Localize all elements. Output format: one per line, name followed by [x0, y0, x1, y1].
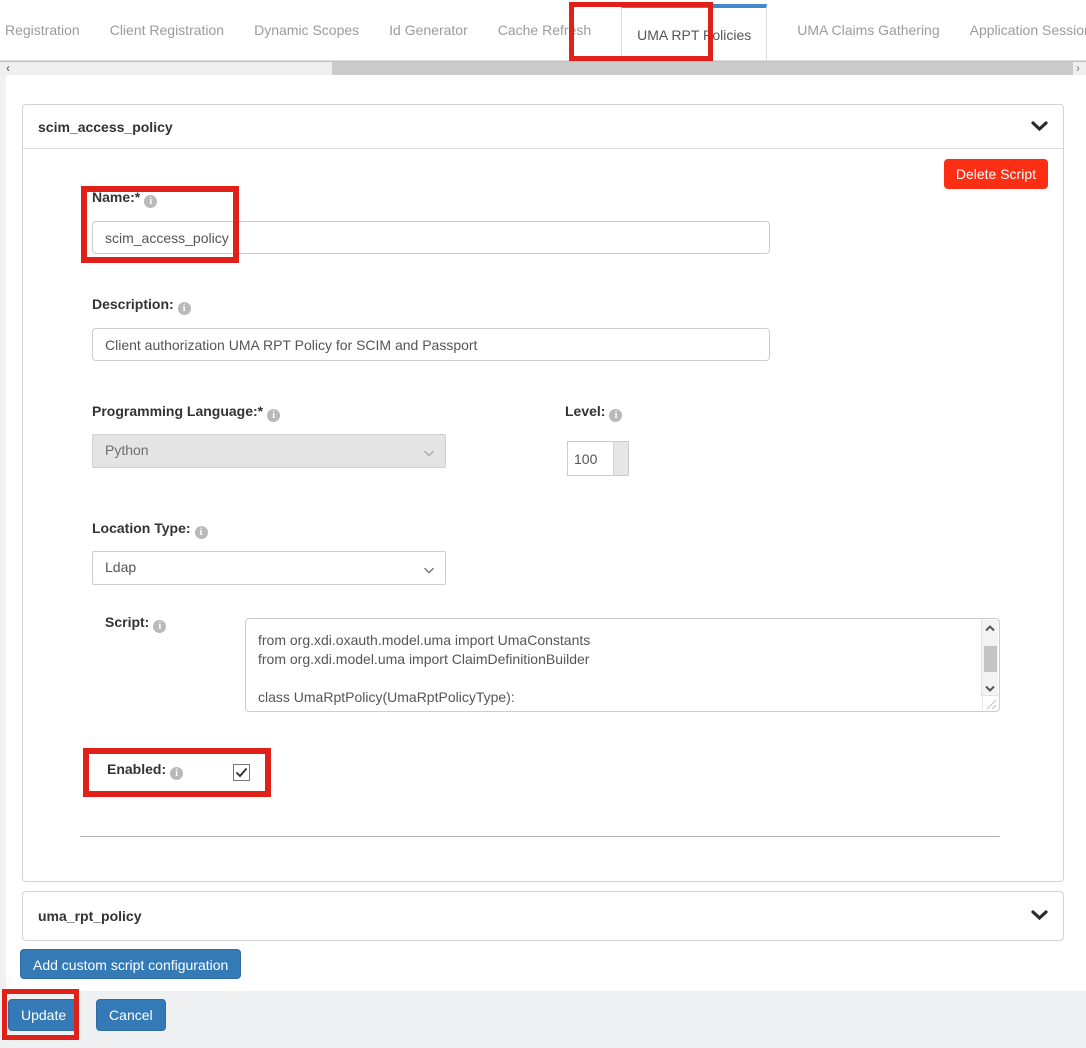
- tab-uma-claims-gathering[interactable]: UMA Claims Gathering: [797, 22, 939, 38]
- name-label: Name:*i: [92, 189, 157, 208]
- add-custom-script-button[interactable]: Add custom script configuration: [20, 949, 241, 979]
- chevron-down-icon: [423, 562, 435, 578]
- footer-bar: Update Cancel: [0, 991, 1086, 1048]
- chevron-down-icon: [1031, 908, 1048, 924]
- location-type-label: Location Type:i: [92, 520, 208, 539]
- info-icon: i: [195, 526, 208, 539]
- tab-cache-refresh[interactable]: Cache Refresh: [498, 22, 591, 38]
- delete-script-button[interactable]: Delete Script: [944, 159, 1048, 189]
- programming-language-select: Python: [92, 434, 446, 468]
- collapsed-panel-header[interactable]: uma_rpt_policy: [23, 892, 1063, 940]
- tab-scrollbar[interactable]: ‹ ›: [0, 61, 1086, 75]
- tab-client-registration[interactable]: Client Registration: [110, 22, 224, 38]
- script-panel-header[interactable]: scim_access_policy: [23, 105, 1063, 149]
- script-panel-body: Delete Script Name:*i Description:i Prog…: [23, 149, 1063, 881]
- level-label: Level:i: [565, 403, 622, 422]
- description-input[interactable]: [92, 328, 770, 361]
- script-panel: scim_access_policy Delete Script Name:*i…: [22, 104, 1064, 882]
- chevron-down-icon: [423, 445, 435, 461]
- scroll-left-icon[interactable]: ‹: [2, 62, 14, 75]
- info-icon: i: [178, 302, 191, 315]
- script-textarea[interactable]: from org.xdi.oxauth.model.uma import Uma…: [246, 619, 982, 711]
- update-button[interactable]: Update: [8, 999, 79, 1031]
- tab-scrollbar-thumb[interactable]: [332, 62, 1073, 75]
- level-spinner: [567, 441, 629, 476]
- programming-language-label: Programming Language:*i: [92, 403, 280, 422]
- enabled-label: Enabled:i: [107, 761, 183, 780]
- enabled-checkbox[interactable]: [233, 764, 250, 781]
- tab-uma-rpt-policies[interactable]: UMA RPT Policies: [621, 4, 767, 61]
- tab-bar: Registration Client Registration Dynamic…: [0, 0, 1086, 61]
- info-icon: i: [144, 195, 157, 208]
- tab-application-session[interactable]: Application Session: [970, 22, 1086, 38]
- cancel-button[interactable]: Cancel: [96, 999, 166, 1031]
- description-label: Description:i: [92, 296, 191, 315]
- info-icon: i: [170, 767, 183, 780]
- collapsed-panel: uma_rpt_policy: [22, 891, 1064, 941]
- tab-dynamic-scopes[interactable]: Dynamic Scopes: [254, 22, 359, 38]
- tab-id-generator[interactable]: Id Generator: [389, 22, 468, 38]
- script-panel-title: scim_access_policy: [38, 119, 173, 135]
- name-input[interactable]: [92, 221, 770, 254]
- section-divider: [80, 836, 1000, 837]
- resize-grip[interactable]: [982, 695, 998, 710]
- scroll-up-icon[interactable]: [982, 620, 998, 636]
- info-icon: i: [153, 620, 166, 633]
- info-icon: i: [609, 409, 622, 422]
- script-editor: from org.xdi.oxauth.model.uma import Uma…: [245, 618, 1000, 712]
- scroll-down-icon[interactable]: [982, 680, 998, 696]
- collapsed-panel-title: uma_rpt_policy: [38, 908, 141, 924]
- location-type-select[interactable]: Ldap: [92, 551, 446, 585]
- level-stepper[interactable]: [613, 442, 628, 475]
- script-label: Script:i: [105, 614, 166, 633]
- script-scrollbar[interactable]: [981, 620, 998, 696]
- info-icon: i: [267, 409, 280, 422]
- tab-registration[interactable]: Registration: [5, 22, 80, 38]
- script-scrollbar-thumb[interactable]: [984, 646, 997, 672]
- scroll-right-icon[interactable]: ›: [1072, 62, 1084, 75]
- left-gutter: [0, 75, 6, 990]
- chevron-down-icon: [1031, 119, 1048, 135]
